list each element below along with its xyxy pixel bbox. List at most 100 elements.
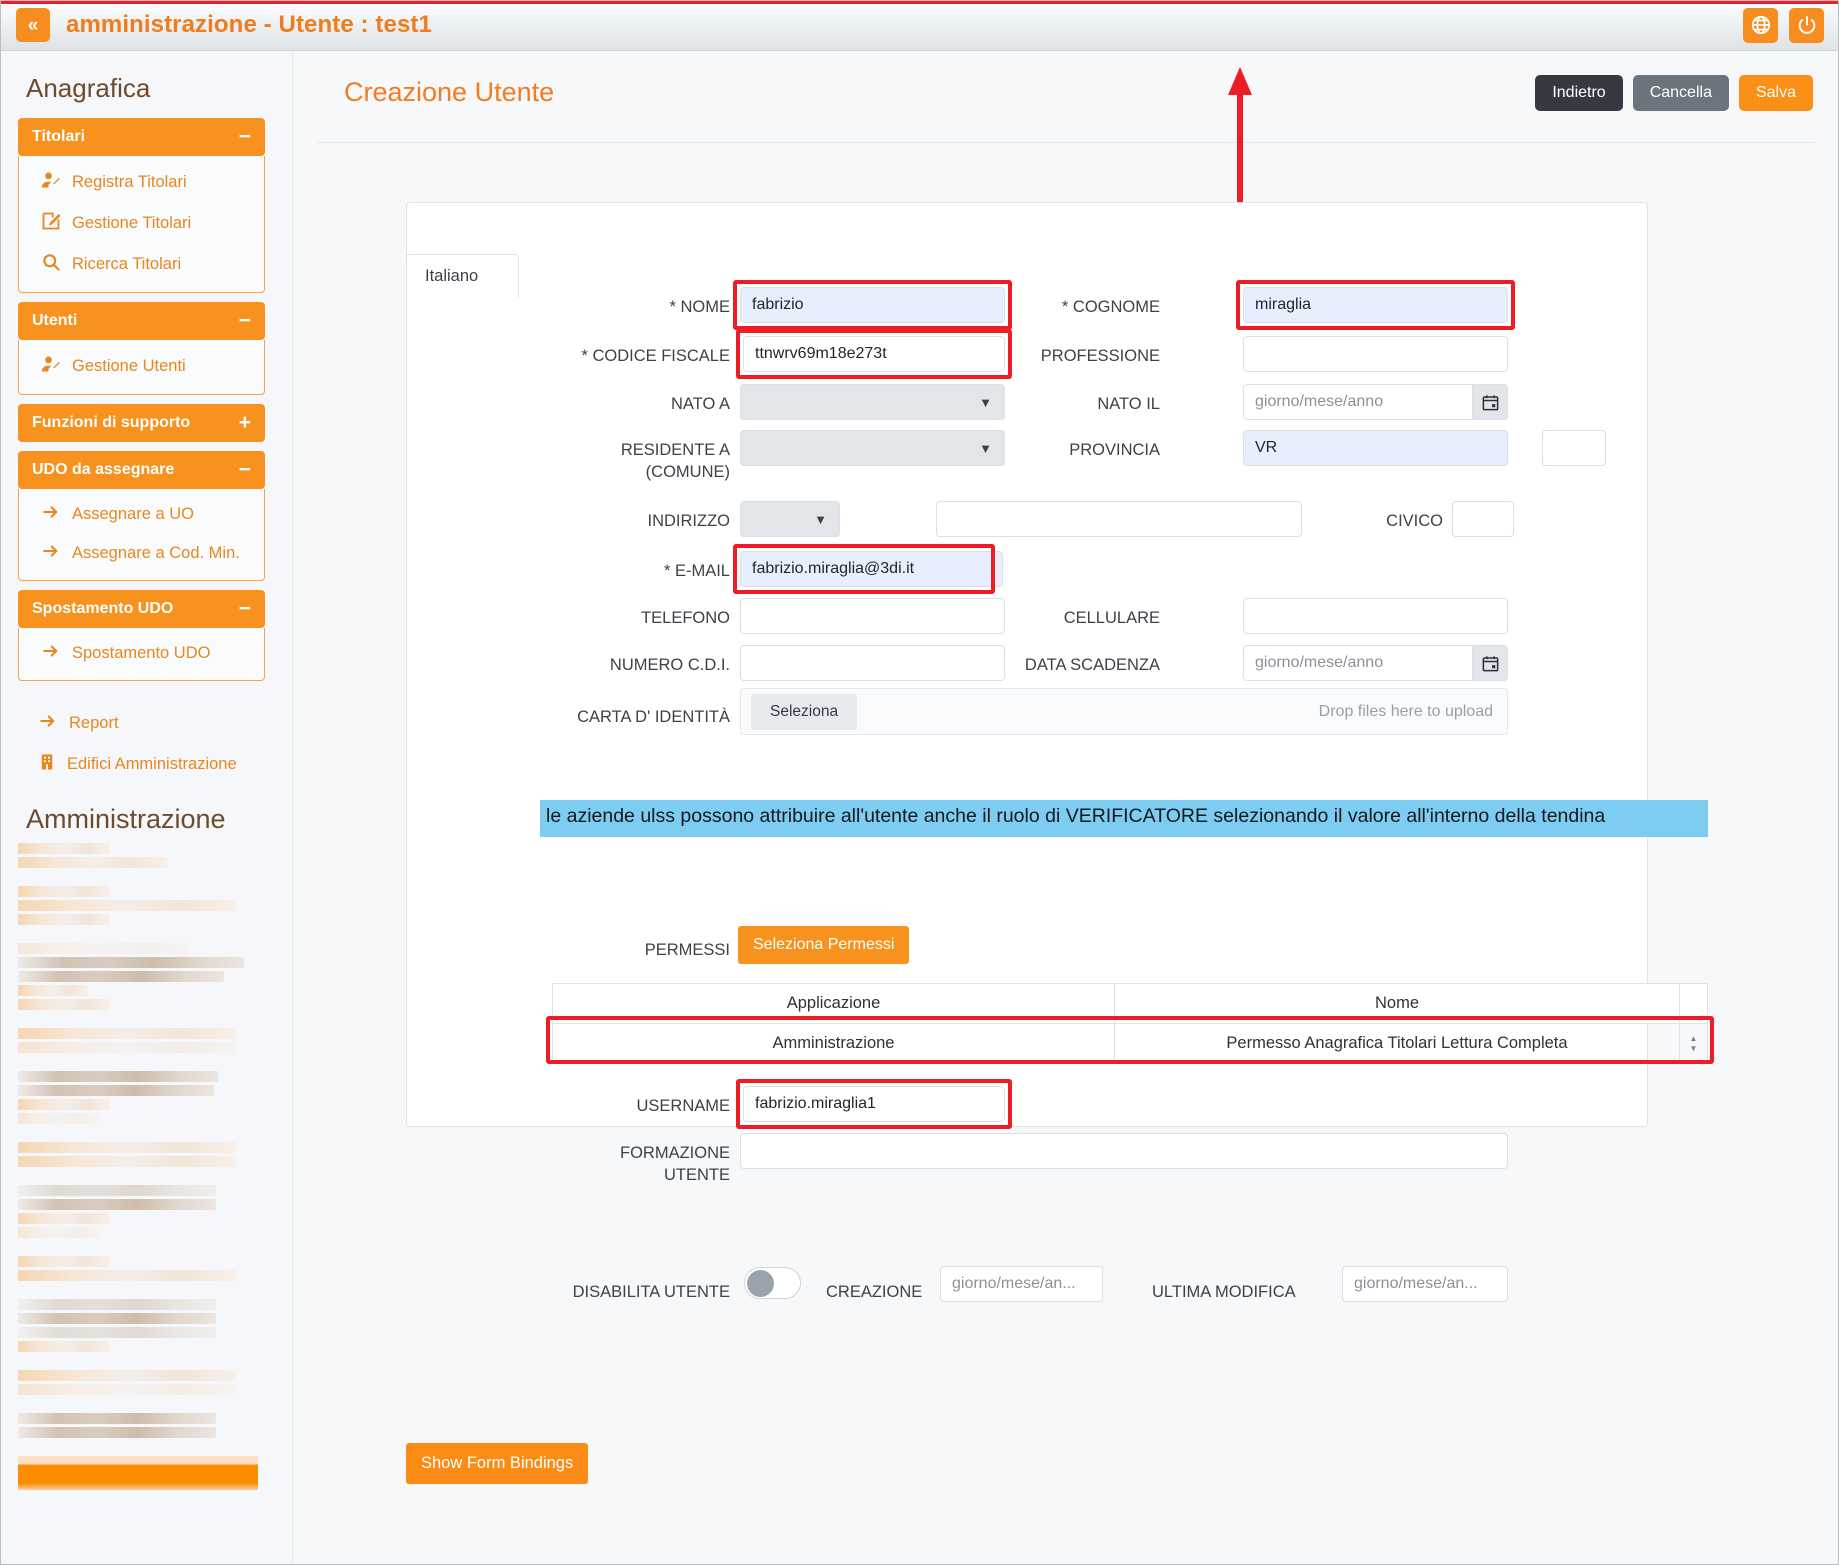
nato-a-select[interactable]: ▼ [740,384,1005,420]
sidebar-item-label: Ricerca Titolari [72,255,182,273]
sidebar-group-label: Spostamento UDO [32,600,174,617]
label-formazione-utente-line2: UTENTE [664,1166,730,1185]
sidebar-item-label: Spostamento UDO [72,644,211,662]
sidebar-group-titolari: Titolari − Registra Titolari Gestione Ti… [18,118,265,293]
sidebar-group-body-utenti: Gestione Utenti [18,340,265,395]
sidebar-item-assegnare-a-uo[interactable]: Assegnare a UO [19,495,264,534]
sidebar-title: Anagrafica [26,73,151,103]
label-nato-il: NATO IL [1097,395,1160,413]
sidebar-item-ricerca-titolari[interactable]: Ricerca Titolari [19,244,264,285]
label-email: * E-MAIL [663,562,730,580]
sidebar-group-header-titolari[interactable]: Titolari − [18,118,265,156]
nato-il-datefield [1243,384,1508,420]
minus-icon[interactable]: − [239,598,251,619]
label-ultima-modifica: ULTIMA MODIFICA [1152,1283,1296,1301]
minus-icon[interactable]: − [239,310,251,331]
label-data-scadenza: DATA SCADENZA [1024,656,1160,674]
sidebar-item-spostamento-udo[interactable]: Spostamento UDO [19,634,264,673]
cellulare-input[interactable] [1243,598,1508,634]
cell-spinner[interactable]: ▲ ▼ [1679,1023,1708,1064]
label-professione: PROFESSIONE [1040,347,1160,365]
residente-a-select[interactable]: ▼ [740,430,1005,466]
sidebar-item-label: Registra Titolari [72,173,187,191]
search-icon [41,252,61,277]
telefono-input[interactable] [740,598,1005,634]
permissions-table: Applicazione Nome Amministrazione Permes… [552,983,1708,1064]
power-icon[interactable] [1789,7,1824,43]
seleziona-permessi-button[interactable]: Seleziona Permessi [738,926,910,964]
sidebar-group-funzioni-supporto: Funzioni di supporto + [18,404,265,442]
save-button[interactable]: Salva [1738,75,1813,111]
minus-icon[interactable]: − [239,126,251,147]
email-input[interactable] [740,551,1003,587]
creazione-input[interactable] [940,1266,1103,1302]
indirizzo-type-select[interactable]: ▼ [740,501,840,537]
nome-input[interactable] [740,287,1005,323]
edit-square-icon [41,211,61,236]
drop-files-hint: Drop files here to upload [1318,702,1493,720]
sidebar-item-label: Assegnare a UO [72,505,194,523]
topbar-actions [1743,7,1824,43]
cognome-input[interactable] [1243,287,1508,323]
sidebar-item-gestione-utenti[interactable]: Gestione Utenti [19,346,264,387]
table-header-row: Applicazione Nome [552,983,1708,1024]
chevron-down-icon: ▼ [979,394,992,410]
civico-input[interactable] [1452,501,1514,537]
sidebar-item-edifici-amministrazione[interactable]: Edifici Amministrazione [18,745,265,784]
sidebar-group-body-spostamento-udo: Spostamento UDO [18,628,265,681]
sidebar-group-header-udo-da-assegnare[interactable]: UDO da assegnare − [18,451,265,489]
page-title: amministrazione - Utente : test1 [66,11,432,38]
sidebar-item-gestione-titolari[interactable]: Gestione Titolari [19,203,264,244]
sidebar-item-report[interactable]: Report [18,704,265,743]
spinner-down-arrow-icon[interactable]: ▼ [1690,1045,1698,1053]
table-row[interactable]: Amministrazione Permesso Anagrafica Tito… [552,1023,1708,1064]
sidebar-item-assegnare-a-cod-min[interactable]: Assegnare a Cod. Min. [19,534,264,573]
calendar-icon[interactable] [1472,384,1508,420]
ultima-modifica-input[interactable] [1342,1266,1508,1302]
label-username: USERNAME [636,1097,730,1115]
minus-icon[interactable]: − [239,459,251,480]
page-header: Creazione Utente Indietro Cancella Salva [317,51,1815,143]
provincia-extra-input[interactable] [1542,430,1606,466]
nato-il-input[interactable] [1243,384,1472,420]
indirizzo-input[interactable] [936,501,1302,537]
formazione-utente-input[interactable] [740,1133,1508,1169]
tab-italiano[interactable]: Italiano [406,254,519,298]
show-form-bindings-button[interactable]: Show Form Bindings [406,1443,589,1484]
back-button[interactable]: Indietro [1535,75,1623,111]
redacted-sidebar-items [0,843,277,1490]
select-file-button[interactable]: Seleziona [751,693,858,730]
collapse-sidebar-button[interactable]: « [16,8,50,42]
username-input[interactable] [743,1086,1005,1122]
provincia-input[interactable] [1243,430,1508,466]
calendar-icon[interactable] [1472,645,1508,681]
spinner-up-arrow-icon[interactable]: ▲ [1690,1035,1698,1043]
sidebar-group-header-spostamento-udo[interactable]: Spostamento UDO − [18,590,265,628]
toggle-knob [747,1269,774,1297]
sidebar-group-label: Utenti [32,312,78,329]
plus-icon[interactable]: + [239,412,251,433]
professione-input[interactable] [1243,336,1508,372]
carta-identita-upload-zone[interactable]: Seleziona Drop files here to upload [740,688,1508,735]
cell-applicazione: Amministrazione [552,1023,1115,1064]
label-disabilita-utente: DISABILITA UTENTE [572,1283,730,1301]
chevron-down-icon: ▼ [814,511,827,527]
label-codice-fiscale: * CODICE FISCALE [581,347,730,365]
numero-cdi-input[interactable] [740,645,1005,681]
sidebar-group-header-utenti[interactable]: Utenti − [18,302,265,340]
codice-fiscale-input[interactable] [743,336,1005,372]
disabilita-utente-toggle[interactable] [744,1267,801,1299]
sidebar-item-label: Gestione Titolari [72,214,192,232]
arrow-right-icon [41,503,61,526]
verificatore-notice: le aziende ulss possono attribuire all'u… [540,800,1708,837]
arrow-right-icon [41,642,61,665]
globe-icon[interactable] [1743,7,1778,43]
label-civico: CIVICO [1386,512,1443,530]
data-scadenza-input[interactable] [1243,645,1472,681]
sidebar-group-label: UDO da assegnare [32,461,175,478]
sidebar-item-registra-titolari[interactable]: Registra Titolari [19,162,264,203]
label-residente-a-line2: (COMUNE) [645,463,730,482]
cancel-button[interactable]: Cancella [1632,75,1729,111]
sidebar-item-label: Gestione Utenti [72,357,186,375]
sidebar-group-header-funzioni-supporto[interactable]: Funzioni di supporto + [18,404,265,442]
